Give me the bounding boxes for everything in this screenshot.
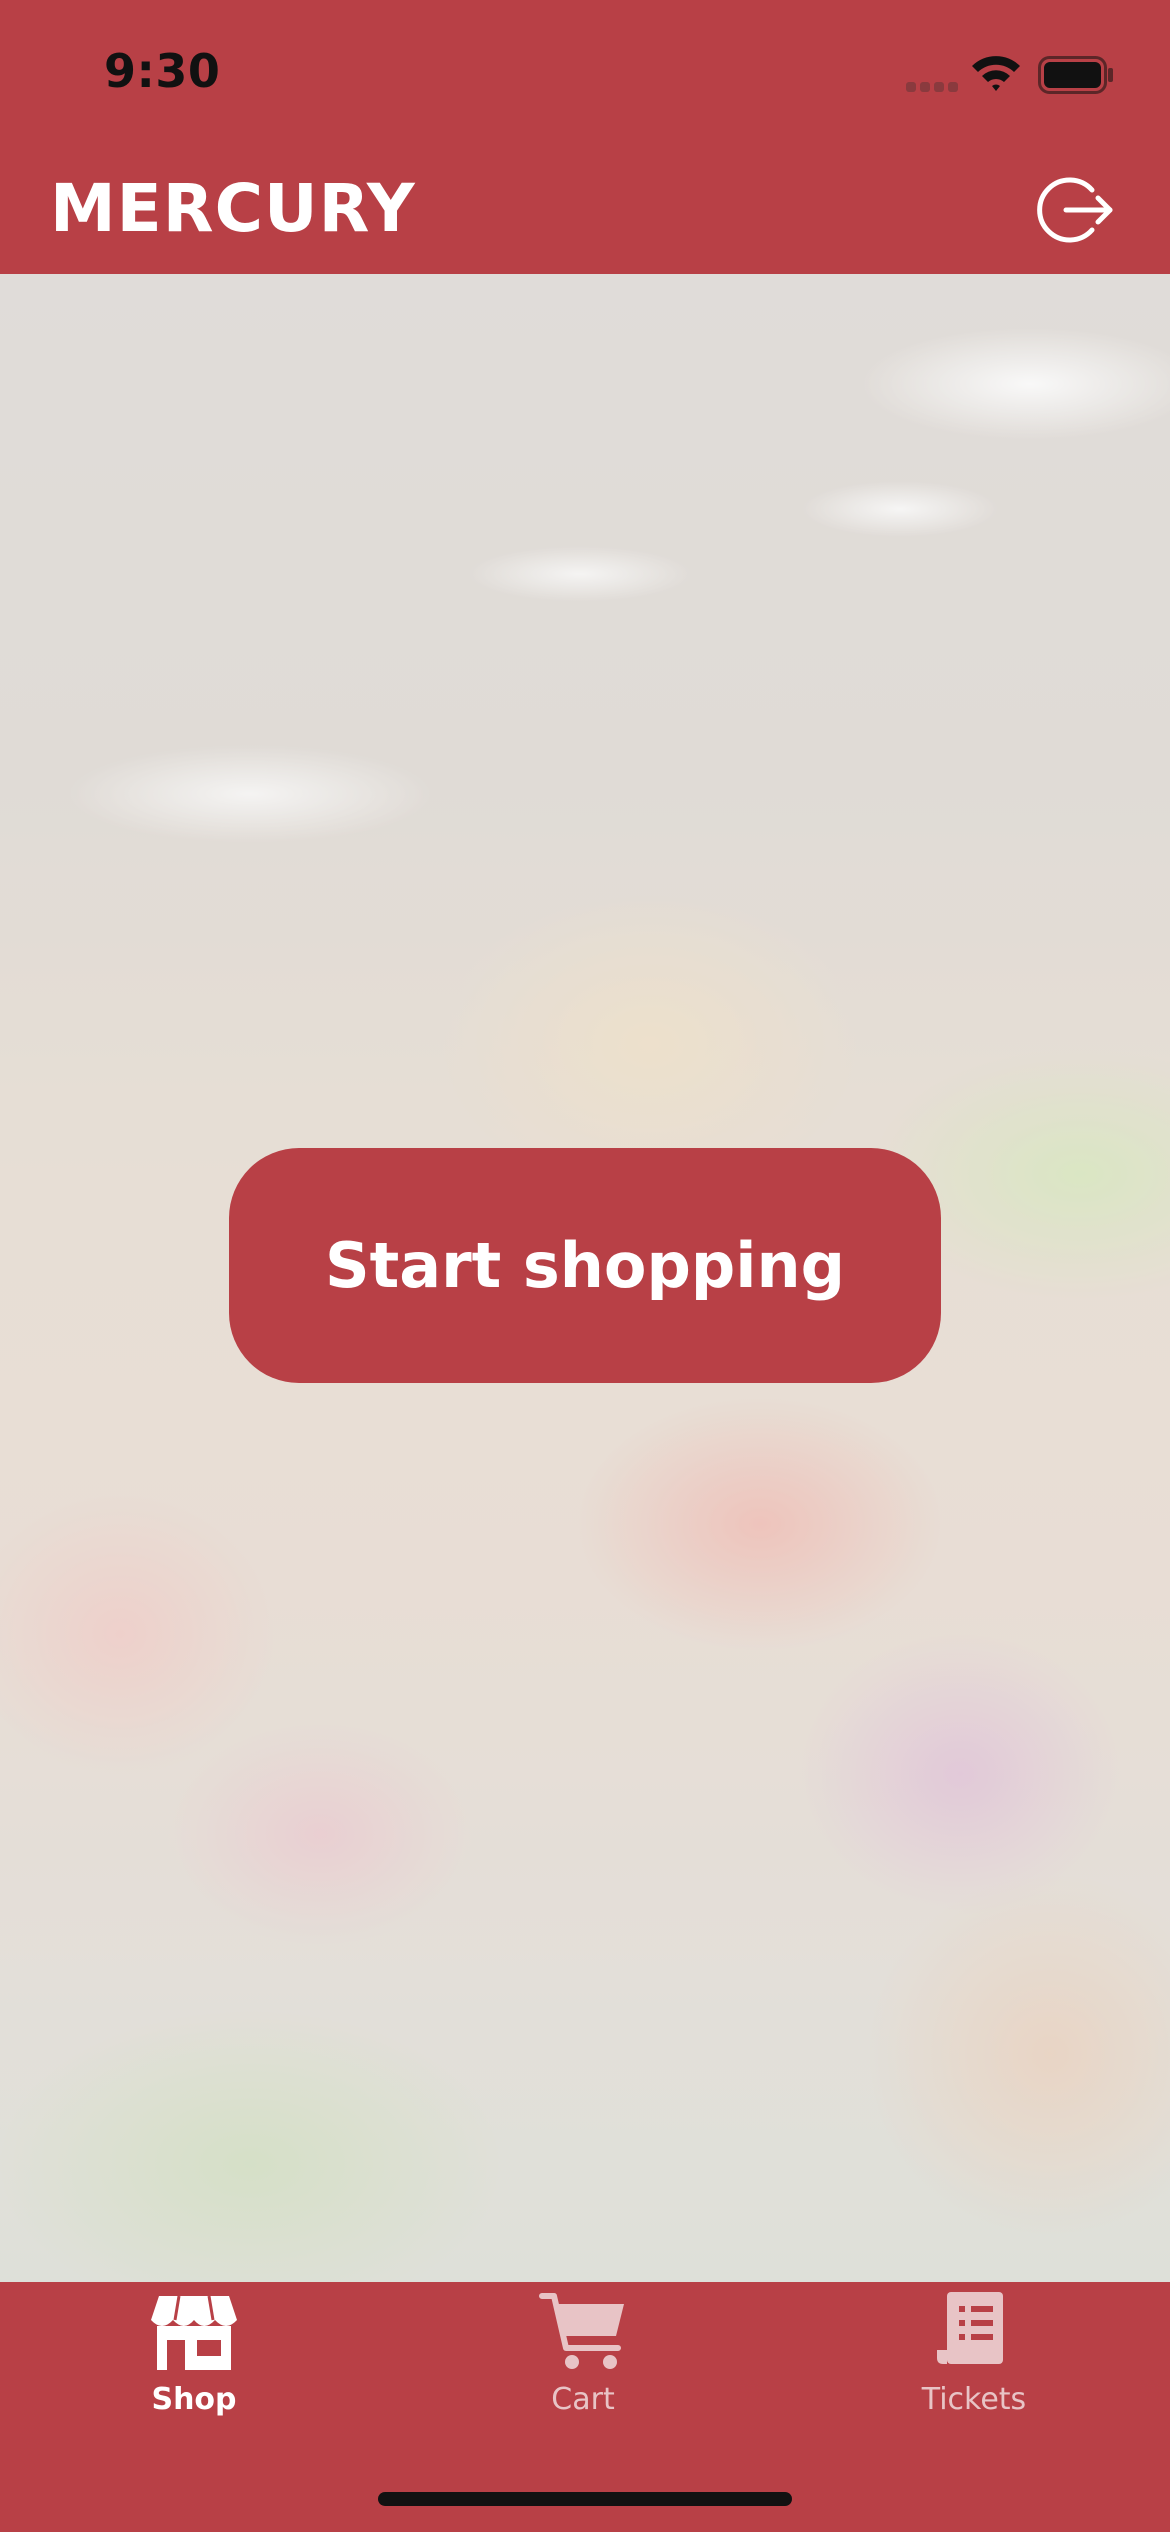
start-shopping-button[interactable]: Start shopping xyxy=(229,1148,941,1383)
tab-tickets-label: Tickets xyxy=(921,2382,1027,2417)
status-time: 9:30 xyxy=(104,44,221,98)
cart-icon xyxy=(539,2293,624,2369)
home-indicator xyxy=(378,2492,792,2506)
tab-cart-label: Cart xyxy=(551,2382,615,2417)
receipt-icon xyxy=(937,2292,1003,2364)
tab-cart[interactable]: Cart xyxy=(453,2290,713,2440)
tab-tickets[interactable]: Tickets xyxy=(844,2290,1104,2440)
battery-icon xyxy=(1038,56,1113,94)
status-bar: 9:30 xyxy=(0,0,1170,150)
cellular-signal-icon xyxy=(906,82,958,92)
wifi-icon xyxy=(972,56,1020,91)
storefront-icon xyxy=(151,2295,237,2370)
app-title: MERCURY xyxy=(50,170,416,247)
tab-shop-label: Shop xyxy=(151,2382,237,2417)
logout-button[interactable] xyxy=(1036,170,1116,250)
tab-shop[interactable]: Shop xyxy=(64,2290,324,2440)
logout-arrow-icon xyxy=(1037,177,1113,243)
